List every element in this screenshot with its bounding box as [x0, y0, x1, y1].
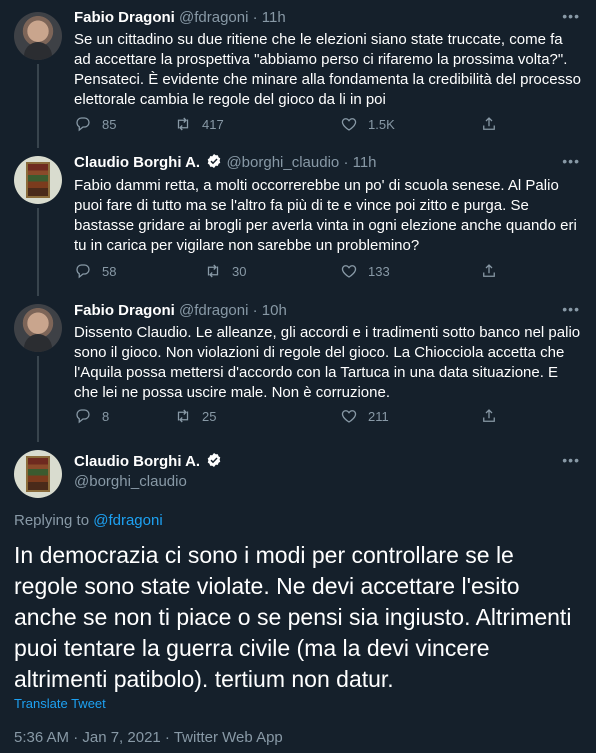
author-handle[interactable]: @fdragoni — [179, 9, 248, 26]
like-button[interactable]: 1.5K — [340, 115, 395, 133]
avatar[interactable] — [14, 12, 62, 60]
avatar-painting — [26, 162, 50, 198]
replying-to-link[interactable]: @fdragoni — [93, 512, 162, 529]
avatar-painting — [26, 456, 50, 492]
retweet-count: 25 — [202, 408, 217, 424]
author-name[interactable]: Claudio Borghi A. — [74, 452, 222, 470]
share-icon — [483, 264, 495, 277]
tweet-actions: 85 417 1.5K — [74, 115, 582, 135]
tweet-timestamp-source[interactable]: 5:36 AM · Jan 7, 2021 · Twitter Web App — [14, 729, 283, 746]
reply-count: 85 — [102, 116, 117, 132]
verified-icon — [208, 154, 221, 168]
like-count: 133 — [368, 263, 390, 279]
like-count: 211 — [368, 408, 389, 424]
thread-line — [37, 356, 39, 442]
like-icon — [341, 410, 357, 423]
retweet-button[interactable]: 30 — [204, 262, 246, 280]
author-handle[interactable]: @borghi_claudio — [226, 154, 339, 171]
tweet-text: Fabio dammi retta, a molti occorrerebbe … — [74, 177, 577, 254]
share-button[interactable] — [480, 115, 498, 133]
tweet-header: Fabio Dragoni @fdragoni · 10h — [74, 301, 287, 321]
thread-line — [37, 64, 39, 148]
replying-prefix: Replying to — [14, 512, 90, 529]
separator: · — [252, 302, 258, 319]
retweet-button[interactable]: 417 — [174, 115, 224, 133]
timestamp[interactable]: 11h — [262, 9, 286, 26]
avatar[interactable] — [14, 304, 62, 352]
retweet-count: 30 — [232, 263, 247, 279]
tweet-text: Se un cittadino su due ritiene che le el… — [74, 31, 581, 108]
author-handle[interactable]: @borghi_claudio — [74, 473, 187, 490]
share-button[interactable] — [480, 262, 498, 280]
share-icon — [483, 117, 495, 130]
tweet-header: Claudio Borghi A. @borghi_claudio · 11h — [74, 153, 377, 173]
tweet-actions: 8 25 211 — [74, 407, 582, 427]
like-count: 1.5K — [368, 116, 395, 132]
timestamp[interactable]: 10h — [262, 302, 287, 319]
share-button[interactable] — [480, 407, 498, 425]
tweet-header: Fabio Dragoni @fdragoni · 11h — [74, 8, 286, 28]
author-handle[interactable]: @fdragoni — [179, 302, 248, 319]
reply-button[interactable]: 85 — [74, 115, 116, 133]
retweet-count: 417 — [202, 116, 224, 132]
reply-count: 8 — [102, 408, 110, 424]
avatar[interactable] — [14, 450, 62, 498]
author-name[interactable]: Fabio Dragoni — [74, 302, 175, 319]
retweet-icon — [207, 264, 219, 278]
reply-icon — [76, 409, 90, 424]
avatar[interactable] — [14, 156, 62, 204]
retweet-button[interactable]: 25 — [174, 407, 216, 425]
more-icon[interactable]: ••• — [562, 301, 580, 317]
translate-tweet-link[interactable]: Translate Tweet — [14, 696, 106, 711]
like-button[interactable]: 133 — [340, 262, 390, 280]
reply-icon — [76, 264, 90, 279]
author-name[interactable]: Claudio Borghi A. — [74, 154, 200, 171]
like-icon — [341, 265, 357, 278]
like-icon — [341, 118, 357, 131]
author-name[interactable]: Fabio Dragoni — [74, 9, 175, 26]
more-icon[interactable]: ••• — [562, 8, 580, 24]
main-tweet-text: In democrazia ci sono i modi per control… — [14, 542, 572, 692]
more-icon[interactable]: ••• — [562, 153, 580, 169]
like-button[interactable]: 211 — [340, 407, 389, 425]
separator: · — [343, 154, 349, 171]
separator: · — [252, 9, 258, 26]
reply-button[interactable]: 8 — [74, 407, 109, 425]
retweet-icon — [177, 117, 189, 131]
reply-button[interactable]: 58 — [74, 262, 116, 280]
timestamp[interactable]: 11h — [353, 154, 377, 171]
tweet-actions: 58 30 133 — [74, 262, 582, 282]
tweet-text: Dissento Claudio. Le alleanze, gli accor… — [74, 324, 581, 401]
retweet-icon — [177, 409, 189, 423]
reply-count: 58 — [102, 263, 117, 279]
replying-to: Replying to @fdragoni — [14, 512, 163, 529]
thread-line — [37, 208, 39, 296]
author-name-label: Claudio Borghi A. — [74, 453, 201, 470]
more-icon[interactable]: ••• — [562, 452, 580, 468]
verified-icon — [208, 453, 221, 467]
share-icon — [483, 409, 495, 422]
reply-icon — [76, 117, 90, 132]
